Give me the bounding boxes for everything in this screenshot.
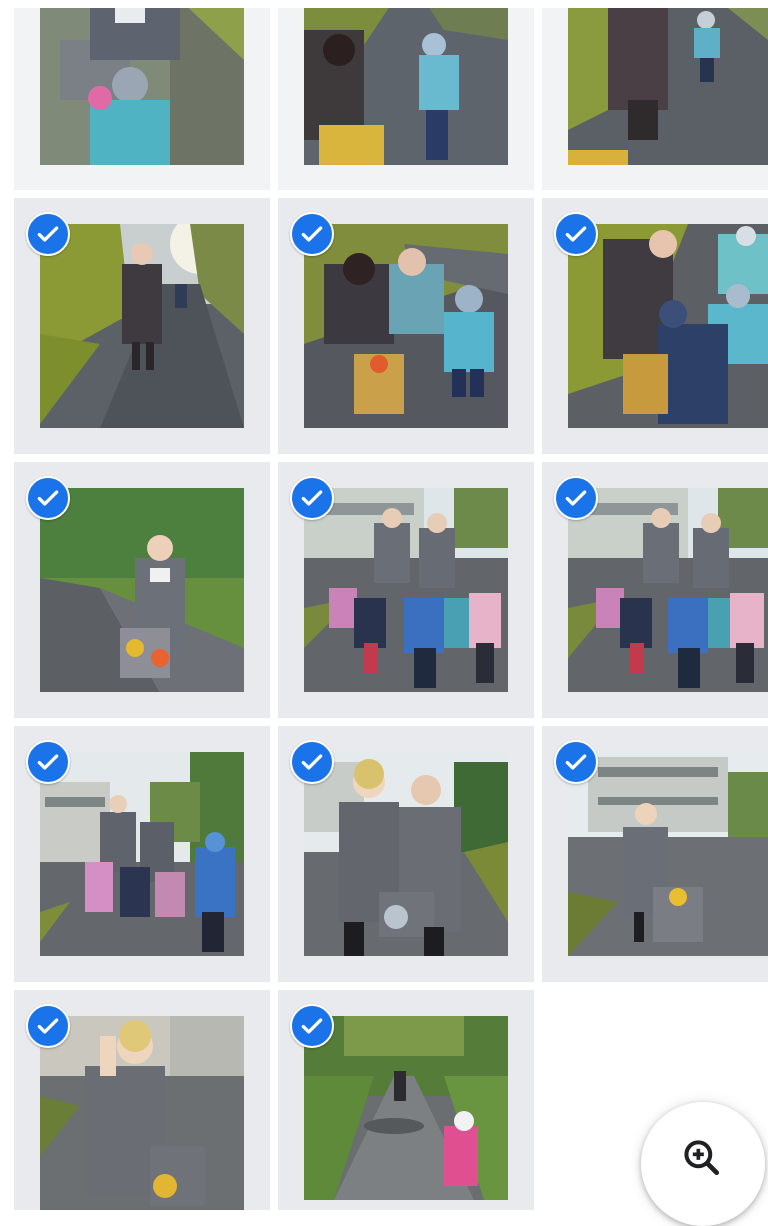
photo-thumbnail [40, 224, 244, 428]
check-circle-icon[interactable] [554, 212, 598, 256]
photo-thumbnail [40, 1016, 244, 1210]
photo-tile[interactable] [278, 990, 534, 1210]
photo-tile[interactable] [278, 198, 534, 454]
photo-tile[interactable] [14, 198, 270, 454]
photo-thumbnail [40, 752, 244, 956]
zoom-in-icon [684, 1140, 720, 1176]
photo-tile[interactable] [542, 462, 768, 718]
zoom-in-button[interactable] [641, 1102, 765, 1226]
photo-tile[interactable] [542, 198, 768, 454]
check-circle-icon[interactable] [554, 476, 598, 520]
photo-thumbnail [304, 488, 508, 692]
check-circle-icon[interactable] [290, 740, 334, 784]
photo-tile[interactable] [278, 462, 534, 718]
photo-thumbnail [568, 488, 768, 692]
check-circle-icon[interactable] [290, 1004, 334, 1048]
check-circle-icon[interactable] [26, 740, 70, 784]
top-edge [0, 0, 768, 8]
photo-tile[interactable] [542, 726, 768, 982]
photo-grid [0, 0, 768, 1210]
photo-thumbnail [568, 752, 768, 956]
photo-thumbnail [40, 0, 244, 165]
check-circle-icon[interactable] [26, 212, 70, 256]
photo-tile[interactable] [14, 990, 270, 1210]
photo-tile[interactable] [278, 0, 534, 190]
photo-thumbnail [304, 1016, 508, 1200]
photo-thumbnail [304, 752, 508, 956]
check-circle-icon[interactable] [554, 740, 598, 784]
photo-thumbnail [568, 0, 768, 165]
photo-thumbnail [568, 224, 768, 428]
photo-tile[interactable] [278, 726, 534, 982]
photo-thumbnail [40, 488, 244, 692]
check-circle-icon[interactable] [290, 476, 334, 520]
check-circle-icon[interactable] [290, 212, 334, 256]
photo-thumbnail [304, 0, 508, 165]
check-circle-icon[interactable] [26, 1004, 70, 1048]
photo-thumbnail [304, 224, 508, 428]
photo-tile[interactable] [14, 462, 270, 718]
photo-tile[interactable] [14, 726, 270, 982]
photo-tile[interactable] [542, 0, 768, 190]
photo-tile[interactable] [14, 0, 270, 190]
check-circle-icon[interactable] [26, 476, 70, 520]
